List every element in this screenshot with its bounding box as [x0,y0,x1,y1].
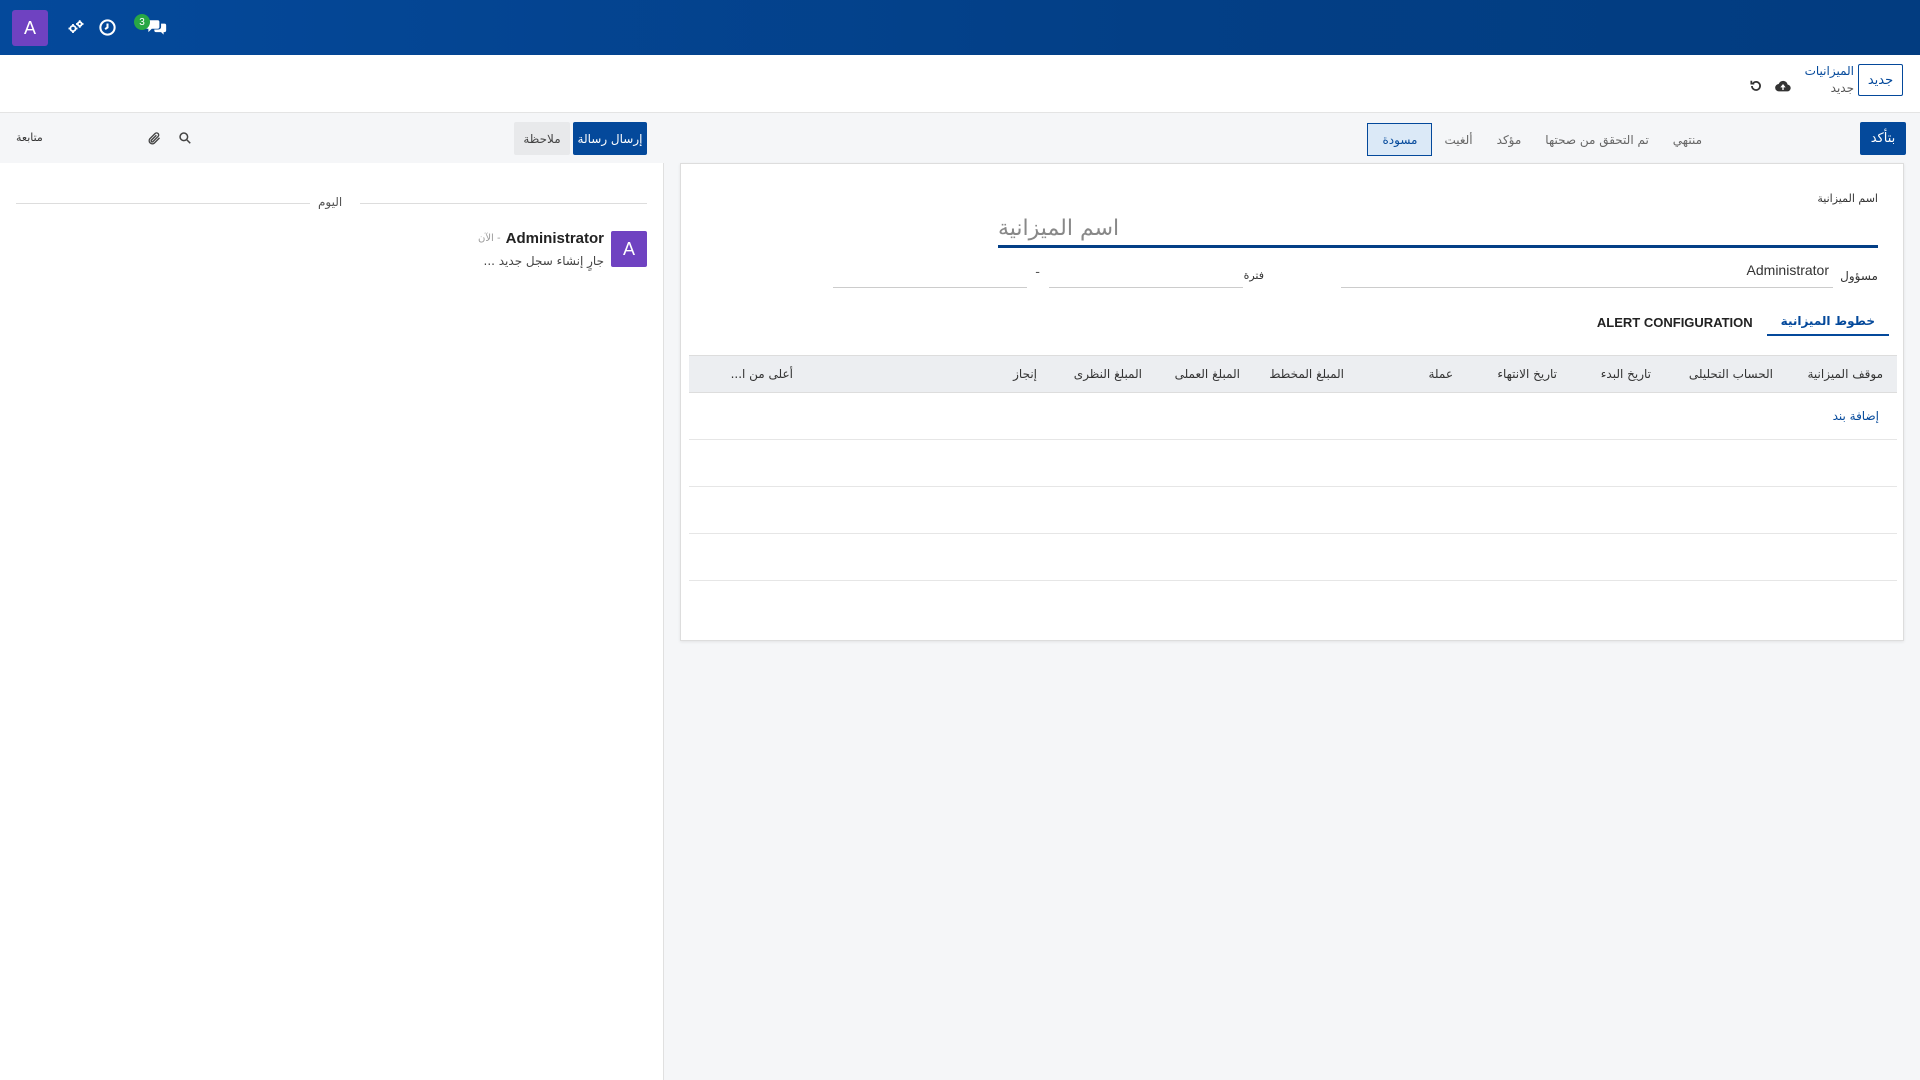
budget-name-label: اسم الميزانية [1817,192,1878,205]
chatter-panel: إرسال رسالة ملاحظة متابعة اليوم A Admini… [0,113,664,1080]
messages-count-badge: 3 [134,14,150,30]
table-row [689,487,1897,534]
table-header: موقف الميزانية الحساب التحليلى تاريخ الب… [689,355,1897,393]
budget-lines-table: موقف الميزانية الحساب التحليلى تاريخ الب… [689,355,1897,581]
table-row: إضافة بند [689,393,1897,440]
tab-budget-lines[interactable]: خطوط الميزانية [1766,314,1889,336]
user-avatar[interactable]: A [12,10,48,46]
column-header[interactable]: تاريخ الانتهاء [1497,367,1557,381]
send-message-button[interactable]: إرسال رسالة [573,122,647,155]
stage-pipeline: مسودة ألغيت مؤكد تم التحقق من صحتها منته… [1367,123,1714,156]
budget-name-input[interactable]: اسم الميزانية [998,212,1878,248]
breadcrumb-current: جديد [1830,81,1854,95]
column-header[interactable]: المبلغ المخطط [1269,367,1344,381]
period-label: فترة [1243,269,1264,282]
search-icon[interactable] [176,129,194,147]
column-header[interactable]: الحساب التحليلى [1689,367,1773,381]
form-view: بتأكد مسودة ألغيت مؤكد تم التحقق من صحته… [664,113,1920,1080]
stage-confirmed[interactable]: مؤكد [1485,123,1534,156]
column-header[interactable]: المبلغ العملى [1175,367,1240,381]
column-header[interactable]: عملة [1428,367,1453,381]
form-sheet: اسم الميزانية اسم الميزانية مسؤول Admini… [680,163,1904,641]
stage-done[interactable]: منتهي [1661,123,1714,156]
date-separator: اليوم [318,195,343,209]
column-header[interactable]: إنجاز [1013,367,1037,381]
period-separator: - [1035,265,1040,280]
add-line-link[interactable]: إضافة بند [1833,409,1879,423]
new-button[interactable]: جديد [1858,64,1903,96]
breadcrumb: الميزانيات جديد [1805,63,1854,97]
top-navbar: A 3 [0,0,1920,55]
control-panel: جديد الميزانيات جديد [0,55,1920,113]
confirm-button[interactable]: بتأكد [1860,122,1906,155]
settings-gear-icon[interactable] [65,16,87,38]
stage-validated[interactable]: تم التحقق من صحتها [1533,123,1661,156]
separator-line-right [360,203,647,204]
chatter-topbar: إرسال رسالة ملاحظة متابعة [0,113,664,163]
breadcrumb-parent-link[interactable]: الميزانيات [1805,63,1854,80]
responsible-label: مسؤول [1840,269,1878,283]
message-timestamp: - الآن [478,233,501,244]
message-author-avatar[interactable]: A [611,231,647,267]
column-header[interactable]: موقف الميزانية [1808,367,1884,381]
log-note-button[interactable]: ملاحظة [514,122,570,155]
paperclip-icon[interactable] [145,129,163,147]
notebook-tabs: خطوط الميزانية ALERT CONFIGURATION [1583,312,1889,336]
clock-icon[interactable] [96,16,118,38]
tab-alert-configuration[interactable]: ALERT CONFIGURATION [1583,315,1767,336]
period-start-date-field[interactable] [1049,262,1243,288]
responsible-field[interactable]: Administrator [1341,262,1833,288]
table-row [689,534,1897,581]
column-header[interactable]: تاريخ البدء [1601,367,1651,381]
stage-draft[interactable]: مسودة [1367,123,1433,156]
message-body: جارٍ إنشاء سجل جديد ... [483,254,605,268]
cloud-save-icon[interactable] [1774,77,1792,95]
table-row [689,440,1897,487]
separator-line-left [16,203,310,204]
stage-cancelled[interactable]: ألغيت [1432,123,1484,156]
column-header[interactable]: المبلغ النظرى [1074,367,1142,381]
follow-button[interactable]: متابعة [16,131,43,144]
period-end-date-field[interactable] [833,262,1027,288]
column-header[interactable]: أعلى من ا... [731,367,793,381]
status-bar: بتأكد مسودة ألغيت مؤكد تم التحقق من صحته… [664,113,1920,163]
message-author[interactable]: Administrator [506,230,604,247]
discard-undo-icon[interactable] [1747,77,1765,95]
